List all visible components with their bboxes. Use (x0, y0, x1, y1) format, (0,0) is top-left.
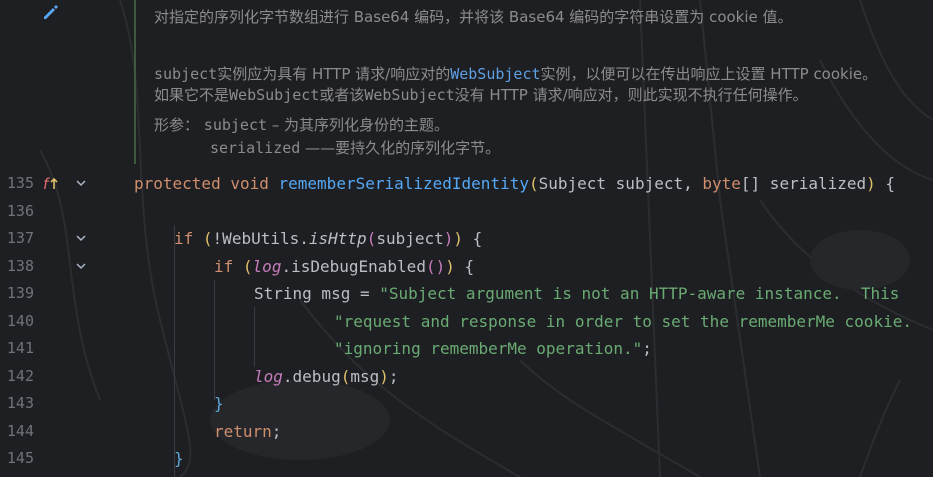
code-text: log.debug(msg); (254, 367, 399, 386)
code-text: "request and response in order to set th… (334, 312, 912, 331)
line-number: 141 (6, 339, 34, 357)
code-line-144[interactable]: 144 return; (0, 418, 933, 445)
code-line-141[interactable]: 141 "ignoring rememberMe operation."; (0, 335, 933, 362)
websubject-link[interactable]: WebSubject (450, 65, 540, 83)
code-text: protected void rememberSerializedIdentit… (134, 174, 896, 193)
line-number: 145 (6, 449, 34, 467)
code-text: "ignoring rememberMe operation."; (334, 339, 652, 358)
line-number: 136 (6, 202, 34, 220)
code-line-139[interactable]: 139 String msg = "Subject argument is no… (0, 280, 933, 307)
code-line-140[interactable]: 140 "request and response in order to se… (0, 308, 933, 335)
line-number: 138 (6, 257, 34, 275)
chevron-down-icon[interactable] (74, 253, 88, 280)
svg-text:f: f (43, 175, 51, 193)
code-text: String msg = "Subject argument is not an… (254, 284, 900, 303)
code-text: if (!WebUtils.isHttp(subject)) { (174, 229, 483, 248)
line-number: 135 (6, 174, 34, 192)
javadoc-summary: 对指定的序列化字节数组进行 Base64 编码，并将该 Base64 编码的字符… (154, 8, 793, 26)
code-text: } (174, 449, 184, 468)
javadoc-paragraph-line2: 如果它不是WebSubject或者该WebSubject没有 HTTP 请求/响… (154, 86, 808, 104)
pencil-icon[interactable] (41, 3, 59, 21)
code-line-136[interactable]: 136 (0, 198, 933, 225)
code-line-143[interactable]: 143 } (0, 390, 933, 417)
chevron-down-icon[interactable] (74, 170, 88, 197)
line-number: 142 (6, 367, 34, 385)
javadoc-param-subject: 形参： subject – 为其序列化身份的主题。 (154, 116, 450, 134)
code-text: return; (214, 422, 282, 441)
rendered-javadoc: 对指定的序列化字节数组进行 Base64 编码，并将该 Base64 编码的字符… (134, 0, 933, 164)
javadoc-paragraph-line1: subject实例应为具有 HTTP 请求/响应对的WebSubject实例，以… (154, 65, 878, 83)
implements-method-icon[interactable]: f (41, 170, 61, 197)
code-text: if (log.isDebugEnabled()) { (214, 257, 475, 276)
code-line-142[interactable]: 142 log.debug(msg); (0, 363, 933, 390)
code-line-145[interactable]: 145 } (0, 445, 933, 472)
code-text: } (214, 394, 224, 413)
code-line-138[interactable]: 138 if (log.isDebugEnabled()) { (0, 253, 933, 280)
javadoc-param-serialized: serialized ——要持久化的序列化字节。 (210, 139, 501, 157)
params-label: 形参： (154, 116, 200, 134)
line-number: 137 (6, 229, 34, 247)
code-line-137[interactable]: 137 if (!WebUtils.isHttp(subject)) { (0, 225, 933, 252)
line-number: 144 (6, 422, 34, 440)
line-number: 143 (6, 394, 34, 412)
chevron-down-icon[interactable] (74, 225, 88, 252)
code-line-135[interactable]: 135 f protected void rememberSerializedI… (0, 170, 933, 197)
line-number: 139 (6, 284, 34, 302)
line-number: 140 (6, 312, 34, 330)
